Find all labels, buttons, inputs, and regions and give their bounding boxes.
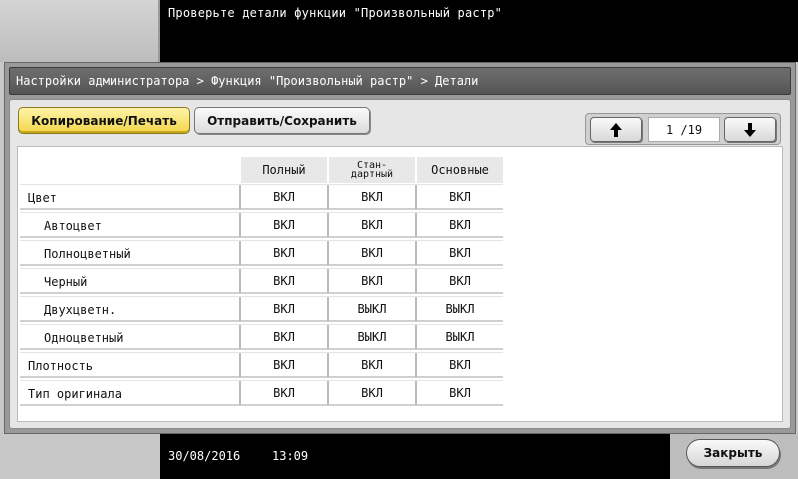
arrow-down-icon <box>744 122 756 137</box>
row-label: Автоцвет <box>44 219 102 233</box>
content-area: Копирование/Печать Отправить/Сохранить 1… <box>9 99 791 429</box>
page-up-button[interactable] <box>590 117 642 142</box>
row-label: Черный <box>44 275 88 289</box>
cell-full: ВКЛ <box>239 241 327 265</box>
cell-standard: ВКЛ <box>327 185 415 209</box>
page-counter: 1 /19 <box>648 117 720 142</box>
cell-standard: ВКЛ <box>327 353 415 377</box>
row-label: Двухцветн. <box>44 303 117 317</box>
cell-basic: ВКЛ <box>415 381 503 405</box>
message-bar: Проверьте детали функции "Произвольный р… <box>160 0 798 62</box>
cell-basic: ВКЛ <box>415 353 503 377</box>
left-panel-top <box>0 0 160 62</box>
cell-standard: ВЫКЛ <box>327 297 415 321</box>
details-table: Полный Стан- дартный Основные Цвет ВКЛ В… <box>17 146 783 422</box>
cell-basic: ВКЛ <box>415 269 503 293</box>
left-panel-bottom <box>0 434 160 479</box>
column-header-full: Полный <box>241 157 327 183</box>
cell-standard: ВКЛ <box>327 213 415 237</box>
cell-standard: ВКЛ <box>327 269 415 293</box>
table-row: Полноцветный ВКЛ ВКЛ ВКЛ <box>20 240 503 266</box>
cell-standard: ВКЛ <box>327 381 415 405</box>
status-date: 30/08/2016 <box>168 449 241 463</box>
title-bar: Настройки администратора > Функция "Прои… <box>9 67 791 95</box>
column-header-standard: Стан- дартный <box>329 157 415 183</box>
cell-basic: ВЫКЛ <box>415 297 503 321</box>
row-label: Полноцветный <box>44 247 131 261</box>
cell-basic: ВКЛ <box>415 213 503 237</box>
cell-standard: ВЫКЛ <box>327 325 415 349</box>
table-row: Одноцветный ВКЛ ВЫКЛ ВЫКЛ <box>20 324 503 350</box>
table-row: Цвет ВКЛ ВКЛ ВКЛ <box>20 184 503 210</box>
table-row: Черный ВКЛ ВКЛ ВКЛ <box>20 268 503 294</box>
table-row: Двухцветн. ВКЛ ВЫКЛ ВЫКЛ <box>20 296 503 322</box>
cell-standard: ВКЛ <box>327 241 415 265</box>
row-label: Плотность <box>28 359 94 373</box>
cell-basic: ВКЛ <box>415 241 503 265</box>
cell-full: ВКЛ <box>239 297 327 321</box>
row-label: Одноцветный <box>44 331 124 345</box>
main-panel: Настройки администратора > Функция "Прои… <box>4 62 796 434</box>
table-row: Тип оригинала ВКЛ ВКЛ ВКЛ <box>20 380 503 406</box>
status-bar: 30/08/2016 13:09 <box>160 434 670 479</box>
cell-full: ВКЛ <box>239 381 327 405</box>
row-label: Тип оригинала <box>28 387 122 401</box>
pager: 1 /19 <box>585 113 781 145</box>
cell-full: ВКЛ <box>239 353 327 377</box>
cell-basic: ВЫКЛ <box>415 325 503 349</box>
table-row: Автоцвет ВКЛ ВКЛ ВКЛ <box>20 212 503 238</box>
cell-full: ВКЛ <box>239 213 327 237</box>
close-button[interactable]: Закрыть <box>686 439 780 467</box>
cell-full: ВКЛ <box>239 269 327 293</box>
tab-send-save[interactable]: Отправить/Сохранить <box>194 107 370 134</box>
cell-full: ВКЛ <box>239 325 327 349</box>
status-time: 13:09 <box>272 449 309 463</box>
page-down-button[interactable] <box>724 117 776 142</box>
table-row: Плотность ВКЛ ВКЛ ВКЛ <box>20 352 503 378</box>
arrow-up-icon <box>610 122 622 137</box>
column-header-basic: Основные <box>417 157 503 183</box>
cell-full: ВКЛ <box>239 185 327 209</box>
cell-basic: ВКЛ <box>415 185 503 209</box>
breadcrumb: Настройки администратора > Функция "Прои… <box>16 74 479 88</box>
message-text: Проверьте детали функции "Произвольный р… <box>168 6 503 20</box>
row-label: Цвет <box>28 191 57 205</box>
tab-copy-print[interactable]: Копирование/Печать <box>18 107 190 134</box>
